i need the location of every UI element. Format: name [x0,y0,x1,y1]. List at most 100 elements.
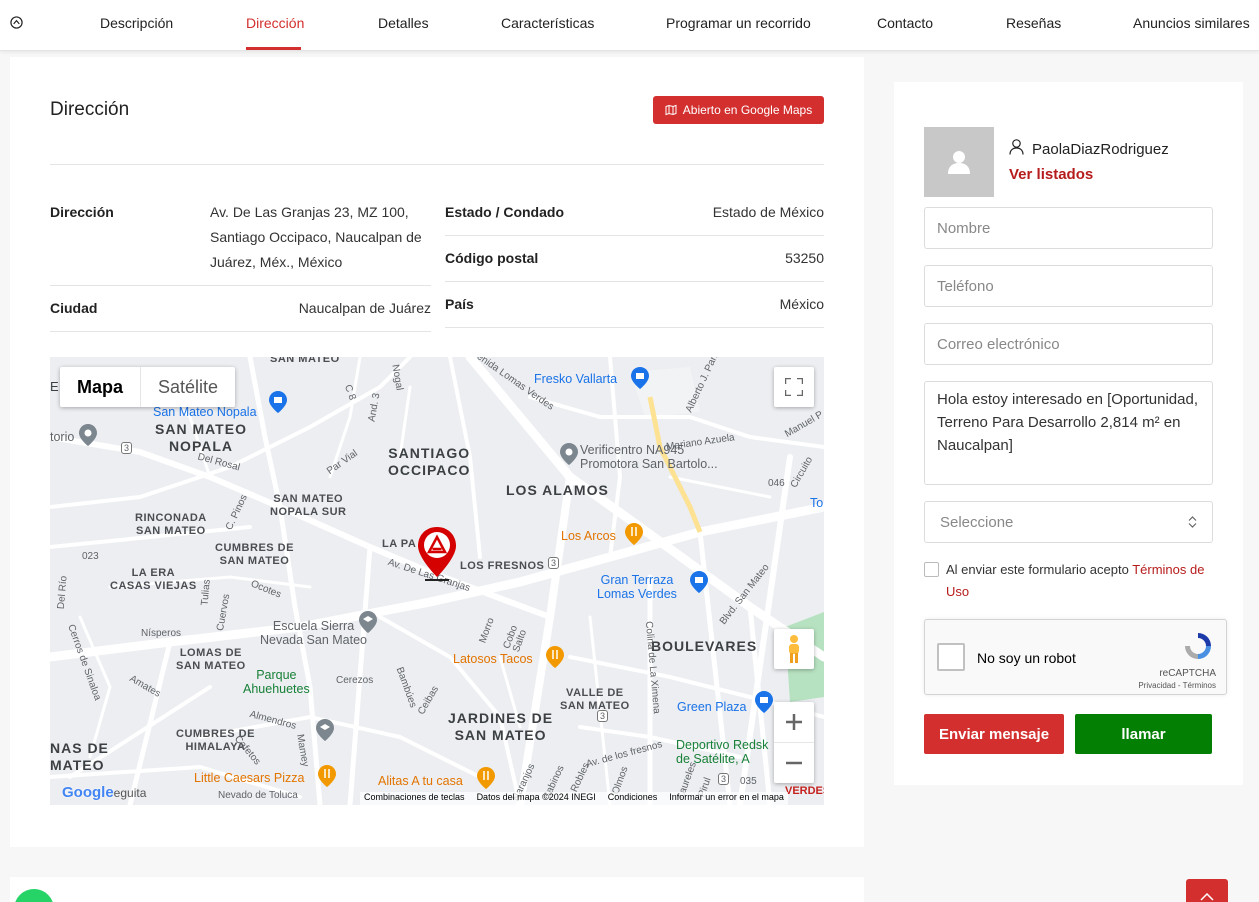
open-google-maps-label: Abierto en Google Maps [682,103,813,117]
google-logo: Googleeguita [62,784,146,801]
email-input[interactable] [924,323,1213,365]
map-type-satellite-button[interactable]: Satélite [141,367,235,407]
nav-item-caracteristicas[interactable]: Características [501,15,594,31]
school-pin-icon[interactable] [359,611,377,633]
map-icon [665,104,677,116]
street-view-pegman-button[interactable] [774,629,814,669]
terms-checkbox[interactable] [924,562,939,577]
street-label: Nevado de Toluca [218,790,298,801]
shopping-pin-icon[interactable] [269,391,287,413]
google-map[interactable]: SAN MATEO SAN MATEO NOPALA SANTIAGO OCCI… [50,357,824,805]
home-icon[interactable] [10,16,23,29]
map-poi-label: Parque Ahuehuetes [243,668,310,696]
restaurant-pin-icon[interactable] [546,646,564,668]
nav-item-contacto[interactable]: Contacto [877,15,933,31]
map-number-label: 023 [82,551,99,562]
country-value: México [779,296,824,312]
keyboard-shortcuts-link[interactable]: Combinaciones de teclas [364,792,465,805]
nav-item-descripcion[interactable]: Descripción [100,15,173,31]
map-poi-label: torio [50,430,75,444]
map-terms-link[interactable]: Condiciones [608,792,658,805]
nav-item-resenas[interactable]: Reseñas [1006,15,1061,31]
city-label: Ciudad [50,300,98,316]
map-number-label: 035 [740,776,757,787]
map-poi-label: Los Arcos [561,529,616,543]
restaurant-pin-icon[interactable] [318,765,336,787]
nav-item-detalles[interactable]: Detalles [378,15,429,31]
send-message-button[interactable]: Enviar mensaje [924,714,1064,754]
nav-item-anuncios-similares[interactable]: Anuncios similares [1133,15,1250,31]
message-textarea[interactable]: Hola estoy interesado en [Oportunidad, T… [924,381,1213,485]
state-label: Estado / Condado [445,204,564,220]
address-value: Av. De Las Granjas 23, MZ 100, Santiago … [210,204,422,270]
map-label: LOMAS DE SAN MATEO [176,647,246,672]
scroll-to-top-button[interactable] [1186,879,1228,902]
zip-label: Código postal [445,250,539,266]
country-label: País [445,296,474,312]
view-listings-link[interactable]: Ver listados [1009,166,1093,183]
route-shield: 3 [548,557,560,569]
route-shield: 3 [718,773,730,785]
map-poi-label: Green Plaza [677,700,747,714]
nav-item-programar-recorrido[interactable]: Programar un recorrido [666,15,811,31]
fullscreen-icon [785,378,803,396]
restaurant-pin-icon[interactable] [477,767,495,789]
call-button[interactable]: llamar [1075,714,1212,754]
section-title: Dirección [50,99,130,120]
street-label: Nísperos [141,628,182,639]
street-label: Cerezos [336,675,374,686]
property-marker-icon[interactable] [415,525,459,583]
school-pin-icon[interactable] [316,719,334,741]
restaurant-pin-icon[interactable] [625,523,643,545]
phone-input[interactable] [924,265,1213,307]
map-number-label: 046 [768,478,785,489]
map-poi-label: Gran Terraza Lomas Verdes [597,573,677,601]
active-tab-underline [246,47,301,50]
row-divider [445,281,824,282]
zoom-control [774,702,814,783]
map-type-map-button[interactable]: Mapa [60,367,142,407]
map-poi-label: Little Caesars Pizza [194,771,305,785]
title-divider [50,164,824,165]
open-google-maps-button[interactable]: Abierto en Google Maps [653,96,824,124]
shopping-pin-icon[interactable] [690,571,708,593]
name-input[interactable] [924,207,1213,249]
map-label: E [50,379,59,394]
fullscreen-button[interactable] [774,367,814,407]
map-poi-label: Fresko Vallarta [534,372,618,386]
map-label: VALLE DE SAN MATEO [560,687,630,712]
map-label: SANTIAGO OCCIPACO [388,445,471,478]
row-divider [445,235,824,236]
recaptcha-brand: reCAPTCHA [1159,668,1216,679]
recaptcha-links[interactable]: Privacidad - Términos [1138,681,1216,690]
map-label: LOS ALAMOS [506,482,609,498]
city-value: Naucalpan de Juárez [298,300,431,316]
zip-value: 53250 [785,250,824,266]
map-label: BOULEVARES [651,638,758,654]
terms-text: Al enviar este formulario acepto Término… [946,559,1216,603]
place-pin-icon[interactable] [79,424,97,446]
report-error-link[interactable]: Informar un error en el mapa [669,792,784,805]
recaptcha-widget: No soy un robot reCAPTCHA Privacidad - T… [924,619,1227,695]
terms-text-prefix: Al enviar este formulario acepto [946,562,1133,577]
agent-avatar [924,127,994,197]
zoom-out-button[interactable] [774,743,814,783]
user-type-select[interactable]: Seleccione [924,501,1213,543]
zoom-in-button[interactable] [774,703,814,743]
place-pin-icon[interactable] [560,443,578,465]
map-label: SAN MATEO NOPALA SUR [270,493,347,518]
shopping-pin-icon[interactable] [631,367,649,389]
google-logo-overlap: eguita [113,786,147,800]
next-section-card [10,877,864,902]
street-label: Tulias [199,578,213,607]
chevron-up-down-icon [1188,516,1197,528]
map-label: JARDINES DE SAN MATEO [448,710,554,743]
map-label: SAN MATEO [270,357,340,365]
route-shield: 3 [597,710,609,722]
shopping-pin-icon[interactable] [755,691,773,713]
map-label: NAS DE MATEO [50,740,109,773]
map-poi-label: Alitas A tu casa [378,774,463,788]
recaptcha-checkbox[interactable] [937,643,965,671]
nav-item-direccion[interactable]: Dirección [246,15,304,31]
plus-icon [786,714,802,730]
